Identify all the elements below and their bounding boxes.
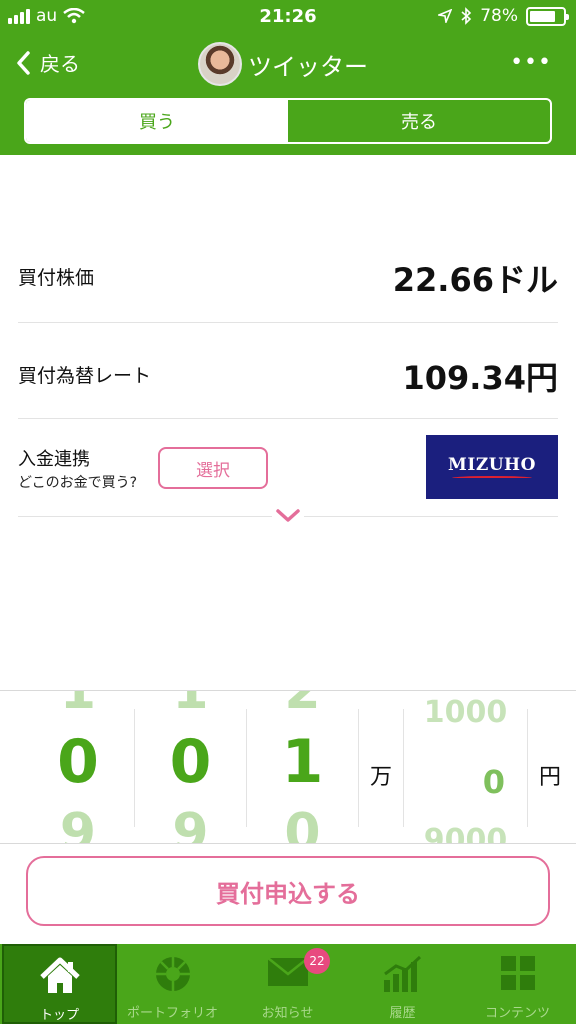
- picker-digit-current: 1: [281, 727, 324, 797]
- tab-label: ポートフォリオ: [126, 1006, 218, 1021]
- history-icon: [383, 955, 421, 992]
- notification-badge: 22: [304, 948, 330, 974]
- tab-buy[interactable]: 買う: [26, 100, 288, 142]
- tab-history[interactable]: 履歴: [345, 944, 460, 1024]
- tab-sell[interactable]: 売る: [288, 100, 550, 142]
- battery-icon: [526, 6, 569, 26]
- deposit-row: 入金連携 どこのお金で買う? 選択 MIZUHO: [18, 419, 558, 517]
- portfolio-icon: [155, 957, 190, 991]
- tab-label: コンテンツ: [484, 1006, 550, 1021]
- picker-divider: [527, 709, 528, 827]
- picker-column-1[interactable]: 1 0 9: [22, 691, 134, 844]
- deposit-label: 入金連携: [18, 449, 90, 470]
- picker-digit-prev: 2: [284, 691, 321, 721]
- picker-digit-current: 0: [169, 727, 212, 797]
- tab-label: 履歴: [389, 1006, 416, 1021]
- chevron-down-icon: [276, 509, 300, 522]
- select-button[interactable]: 選択: [158, 447, 268, 489]
- amount-prev: 1000: [423, 695, 508, 730]
- tab-label: トップ: [39, 1008, 79, 1023]
- tab-contents[interactable]: コンテンツ: [460, 944, 575, 1024]
- chevron-left-icon: [17, 50, 30, 75]
- tab-bar: トップ ポートフォリオ 22 お知らせ 履歴 コンテンツ: [0, 944, 576, 1024]
- unit-man-label: 万: [370, 765, 393, 790]
- amount-picker: 1 0 9 1 0 9 2 1 0 万 1000 0 9000 円: [0, 690, 576, 844]
- price-value: 22.66ドル: [392, 261, 558, 299]
- tab-portfolio[interactable]: ポートフォリオ: [115, 944, 230, 1024]
- picker-digit-current: 0: [57, 727, 99, 797]
- home-icon: [39, 957, 80, 993]
- submit-buy-order-button[interactable]: 買付申込する: [26, 856, 550, 926]
- bank-name: MIZUHO: [448, 454, 536, 475]
- picker-column-3[interactable]: 2 1 0: [247, 691, 358, 844]
- tab-top[interactable]: トップ: [2, 944, 117, 1024]
- tab-news[interactable]: 22 お知らせ: [230, 944, 345, 1024]
- picker-digit-next: 0: [284, 803, 321, 844]
- mail-icon: [266, 957, 309, 986]
- status-right: 78%: [438, 6, 569, 26]
- nav-bar: 戻る ツイッター •••: [0, 38, 576, 92]
- price-label: 買付株価: [18, 267, 95, 289]
- expand-button[interactable]: [272, 504, 304, 526]
- amount-current: 0: [482, 763, 505, 801]
- bluetooth-icon: [461, 7, 472, 25]
- picker-digit-next: 9: [59, 803, 97, 844]
- bank-logo[interactable]: MIZUHO: [426, 435, 558, 499]
- picker-digit-next: 9: [172, 803, 209, 844]
- buy-sell-segmented-control: 買う 売る: [24, 98, 552, 144]
- battery-percent: 78%: [480, 6, 518, 26]
- tab-label: お知らせ: [261, 1006, 314, 1021]
- rate-label: 買付為替レート: [18, 365, 152, 387]
- status-bar: au 21:26 78%: [0, 0, 576, 34]
- rate-row: 買付為替レート 109.34円: [18, 323, 558, 419]
- picker-column-2[interactable]: 1 0 9: [135, 691, 246, 844]
- nav-title: ツイッター: [198, 42, 368, 86]
- contents-icon: [500, 956, 535, 990]
- more-button[interactable]: •••: [510, 50, 552, 75]
- page-title: ツイッター: [248, 52, 368, 81]
- back-button[interactable]: 戻る: [16, 48, 80, 77]
- avatar: [198, 42, 242, 86]
- price-row: 買付株価 22.66ドル: [18, 225, 558, 323]
- deposit-sublabel: どこのお金で買う?: [18, 475, 138, 491]
- amount-next: 9000: [423, 823, 508, 844]
- picker-digit-prev: 1: [172, 691, 209, 721]
- location-icon: [438, 9, 453, 23]
- picker-column-amount[interactable]: 1000 0 9000: [404, 691, 527, 844]
- unit-yen-label: 円: [539, 765, 562, 790]
- rate-value: 109.34円: [402, 359, 559, 397]
- back-label: 戻る: [40, 52, 80, 76]
- picker-digit-prev: 1: [59, 691, 97, 721]
- bank-logo-swoosh: [452, 475, 532, 480]
- picker-divider: [358, 709, 359, 827]
